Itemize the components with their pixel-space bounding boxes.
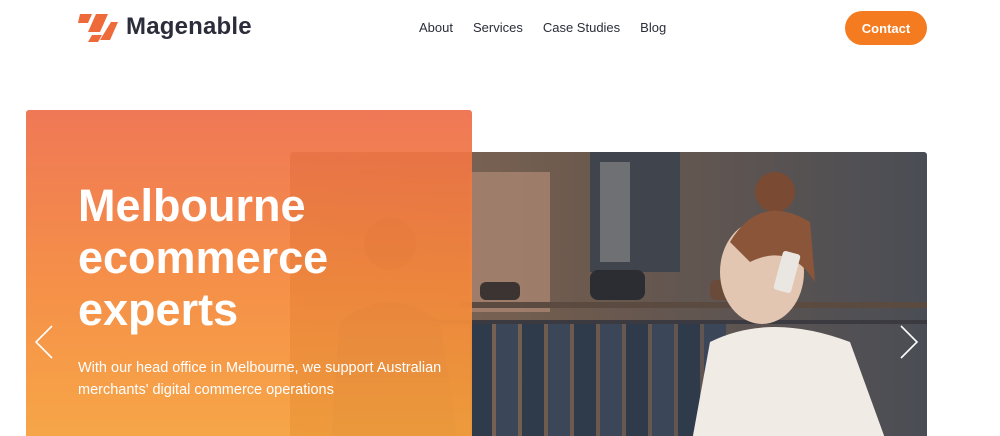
logo-wordmark: Magenable	[126, 13, 252, 40]
logo-link[interactable]: Magenable	[78, 10, 252, 44]
chevron-right-icon	[900, 325, 919, 359]
slider-next-button[interactable]	[897, 322, 921, 362]
hero-subtitle: With our head office in Melbourne, we su…	[78, 360, 442, 398]
slider-prev-button[interactable]	[32, 322, 56, 362]
magenable-logo-icon	[78, 14, 118, 42]
hero-title-line: ecommerce	[78, 232, 329, 283]
nav-link-blog[interactable]: Blog	[640, 19, 666, 37]
hero-title: Melbourne ecommerce experts	[78, 180, 378, 336]
hero-title-line: Melbourne	[78, 180, 306, 231]
nav-link-case-studies[interactable]: Case Studies	[543, 19, 620, 37]
hero-slider: Melbourne ecommerce experts With our hea…	[0, 60, 1000, 436]
site-header: Magenable About Services Case Studies Bl…	[0, 0, 1000, 60]
main-nav: About Services Case Studies Blog	[419, 19, 666, 37]
contact-button[interactable]: Contact	[845, 11, 927, 45]
hero-title-line: experts	[78, 284, 239, 335]
nav-link-about[interactable]: About	[419, 19, 453, 37]
nav-link-services[interactable]: Services	[473, 19, 523, 37]
chevron-left-icon	[34, 325, 53, 359]
